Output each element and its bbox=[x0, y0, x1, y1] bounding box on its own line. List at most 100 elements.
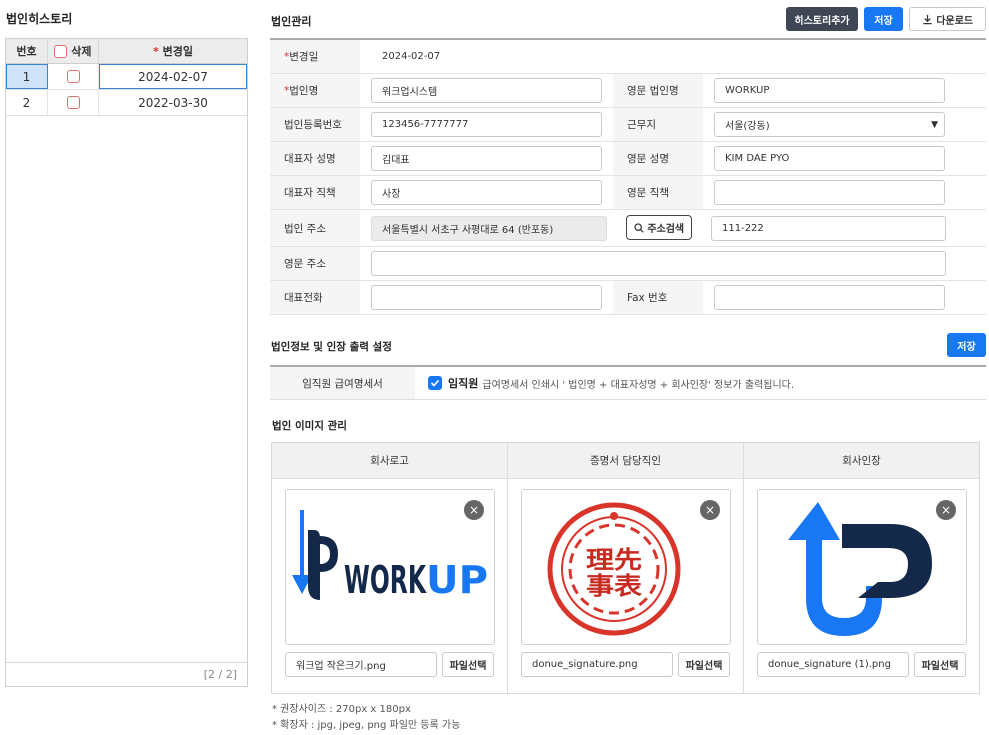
ceo-name-input[interactable]: 김대표 bbox=[371, 146, 602, 171]
select-all-checkbox[interactable] bbox=[54, 44, 68, 58]
col-change-date-label: 변경일 bbox=[162, 45, 193, 58]
corp-form: * 변경일 2024-02-07 * 법인명 워크업시스템 영문 법인명 WORKU… bbox=[270, 38, 986, 315]
ext-note: * 확장자 : jpg, jpeg, png 파일만 등록 가능 bbox=[272, 720, 461, 731]
cert-seal-cell: 理先 事表 × donue_signature.png 파일선택 bbox=[508, 479, 744, 693]
required-mark: * bbox=[153, 44, 159, 58]
row-no: 1 bbox=[6, 64, 48, 89]
col-delete-label: 삭제 bbox=[71, 45, 92, 58]
corp-title: 법인관리 bbox=[271, 15, 312, 28]
address-search-label: 주소검색 bbox=[647, 224, 685, 235]
images-title: 법인 이미지 관리 bbox=[272, 420, 347, 432]
zip-input[interactable]: 111-222 bbox=[711, 215, 946, 241]
company-seal-filename: donue_signature (1).png bbox=[757, 652, 909, 677]
logo-filename: 워크업 작은크기.png bbox=[285, 652, 437, 677]
image-table-header: 회사로고 증명서 담당직인 회사인장 bbox=[272, 443, 979, 479]
eng-name-input[interactable]: WORKUP bbox=[714, 78, 945, 103]
svg-text:WORK: WORK bbox=[344, 558, 427, 602]
label-change-date: * 변경일 bbox=[270, 40, 360, 73]
cert-seal-image: 理先 事表 × bbox=[521, 489, 731, 645]
col-delete[interactable]: 삭제 bbox=[48, 39, 99, 63]
fax-input[interactable] bbox=[714, 285, 945, 310]
row-ceo-title: 대표자 직책 사장 영문 직책 bbox=[270, 176, 986, 210]
address-input[interactable]: 서울특별시 서초구 사평대로 64 (반포동) bbox=[371, 215, 607, 241]
label-name: * 법인명 bbox=[270, 74, 360, 107]
logo-cell: WORK UP × 워크업 작은크기.png 파일선택 bbox=[272, 479, 508, 693]
history-table: 번호 삭제 * 변경일 1 2024-02-07 2 2022-03-30 [2… bbox=[5, 38, 248, 687]
row-delete-checkbox[interactable] bbox=[66, 96, 80, 109]
label-reg-no: 법인등록번호 bbox=[270, 108, 360, 141]
remove-logo-icon[interactable]: × bbox=[464, 500, 484, 520]
print-save-button[interactable]: 저장 bbox=[947, 333, 986, 357]
pagination: [2 / 2] bbox=[6, 662, 247, 686]
svg-text:UP: UP bbox=[426, 558, 488, 602]
row-ceo-name: 대표자 성명 김대표 영문 성명 KIM DAE PYO bbox=[270, 142, 986, 176]
table-row[interactable]: 1 2024-02-07 bbox=[6, 64, 247, 90]
label-phone: 대표전화 bbox=[270, 281, 360, 314]
payslip-label: 임직원 급여명세서 bbox=[270, 367, 415, 399]
change-date-value: 2024-02-07 bbox=[382, 51, 441, 62]
label-workplace: 근무지 bbox=[613, 108, 703, 141]
address-search-button[interactable]: 주소검색 bbox=[626, 215, 692, 240]
print-settings-row: 임직원 급여명세서 임직원 급여명세서 인쇄시 ' 법인명 + 대표자성명 + … bbox=[270, 365, 986, 400]
eng-address-input[interactable] bbox=[371, 251, 946, 276]
row-reg-no: 법인등록번호 123456-7777777 근무지 서울(강동) ▼ bbox=[270, 108, 986, 142]
label-ceo-title: 대표자 직책 bbox=[270, 176, 360, 209]
row-delete-cell bbox=[48, 90, 99, 115]
chevron-down-icon: ▼ bbox=[931, 119, 938, 130]
check-icon bbox=[430, 379, 440, 387]
remove-cert-seal-icon[interactable]: × bbox=[700, 500, 720, 520]
label-eng-ceo-name: 영문 성명 bbox=[613, 142, 703, 175]
label-eng-name: 영문 법인명 bbox=[613, 74, 703, 107]
row-name: * 법인명 워크업시스템 영문 법인명 WORKUP bbox=[270, 74, 986, 108]
row-eng-address: 영문 주소 bbox=[270, 247, 986, 281]
label-address: 법인 주소 bbox=[270, 210, 360, 246]
ceo-title-input[interactable]: 사장 bbox=[371, 180, 602, 205]
svg-text:事表: 事表 bbox=[586, 572, 643, 600]
corp-name-input[interactable]: 워크업시스템 bbox=[371, 78, 602, 103]
company-seal-cell: × donue_signature (1).png 파일선택 bbox=[744, 479, 979, 693]
payslip-option-text: 급여명세서 인쇄시 ' 법인명 + 대표자성명 + 회사인장' 정보가 출력됩니… bbox=[482, 379, 795, 391]
label-eng-title: 영문 직책 bbox=[613, 176, 703, 209]
row-date[interactable]: 2022-03-30 bbox=[99, 90, 247, 115]
eng-ceo-name-input[interactable]: KIM DAE PYO bbox=[714, 146, 945, 171]
history-table-header: 번호 삭제 * 변경일 bbox=[6, 39, 247, 64]
table-row[interactable]: 2 2022-03-30 bbox=[6, 90, 247, 116]
row-delete-cell bbox=[48, 64, 99, 89]
payslip-option: 임직원 급여명세서 인쇄시 ' 법인명 + 대표자성명 + 회사인장' 정보가 … bbox=[415, 367, 794, 399]
workplace-select[interactable]: 서울(강동) ▼ bbox=[714, 112, 945, 137]
reg-no-input[interactable]: 123456-7777777 bbox=[371, 112, 602, 137]
col-logo: 회사로고 bbox=[272, 443, 508, 478]
col-no: 번호 bbox=[6, 39, 48, 63]
col-change-date: * 변경일 bbox=[99, 39, 247, 63]
print-settings-title: 법인정보 및 인장 출력 설정 bbox=[271, 341, 392, 353]
cert-seal-file-select-button[interactable]: 파일선택 bbox=[678, 652, 730, 677]
company-seal-image: × bbox=[757, 489, 967, 645]
row-no: 2 bbox=[6, 90, 48, 115]
company-seal-file-select-button[interactable]: 파일선택 bbox=[914, 652, 966, 677]
download-icon bbox=[923, 14, 932, 24]
history-add-button[interactable]: 히스토리추가 bbox=[786, 7, 858, 31]
save-button[interactable]: 저장 bbox=[864, 7, 903, 31]
search-icon bbox=[634, 222, 644, 233]
label-text: 변경일 bbox=[289, 51, 319, 63]
logo-image: WORK UP × bbox=[285, 489, 495, 645]
eng-title-input[interactable] bbox=[714, 180, 945, 205]
row-date[interactable]: 2024-02-07 bbox=[99, 64, 247, 89]
cert-seal-filename: donue_signature.png bbox=[521, 652, 673, 677]
payslip-checkbox[interactable] bbox=[428, 376, 442, 390]
download-button[interactable]: 다운로드 bbox=[909, 7, 986, 31]
history-title: 법인히스토리 bbox=[6, 12, 73, 26]
col-cert-seal: 증명서 담당직인 bbox=[508, 443, 744, 478]
svg-text:理先: 理先 bbox=[586, 546, 642, 574]
row-phone: 대표전화 Fax 번호 bbox=[270, 281, 986, 315]
row-change-date: * 변경일 2024-02-07 bbox=[270, 40, 986, 74]
row-delete-checkbox[interactable] bbox=[66, 70, 80, 83]
image-table: 회사로고 증명서 담당직인 회사인장 WORK UP × 워크업 작은크기.pn… bbox=[271, 442, 980, 694]
logo-file-select-button[interactable]: 파일선택 bbox=[442, 652, 494, 677]
label-fax: Fax 번호 bbox=[613, 281, 703, 314]
label-ceo-name: 대표자 성명 bbox=[270, 142, 360, 175]
workplace-value: 서울(강동) bbox=[725, 121, 770, 132]
phone-input[interactable] bbox=[371, 285, 602, 310]
row-address: 법인 주소 서울특별시 서초구 사평대로 64 (반포동) 주소검색 111-2… bbox=[270, 210, 986, 247]
remove-company-seal-icon[interactable]: × bbox=[936, 500, 956, 520]
